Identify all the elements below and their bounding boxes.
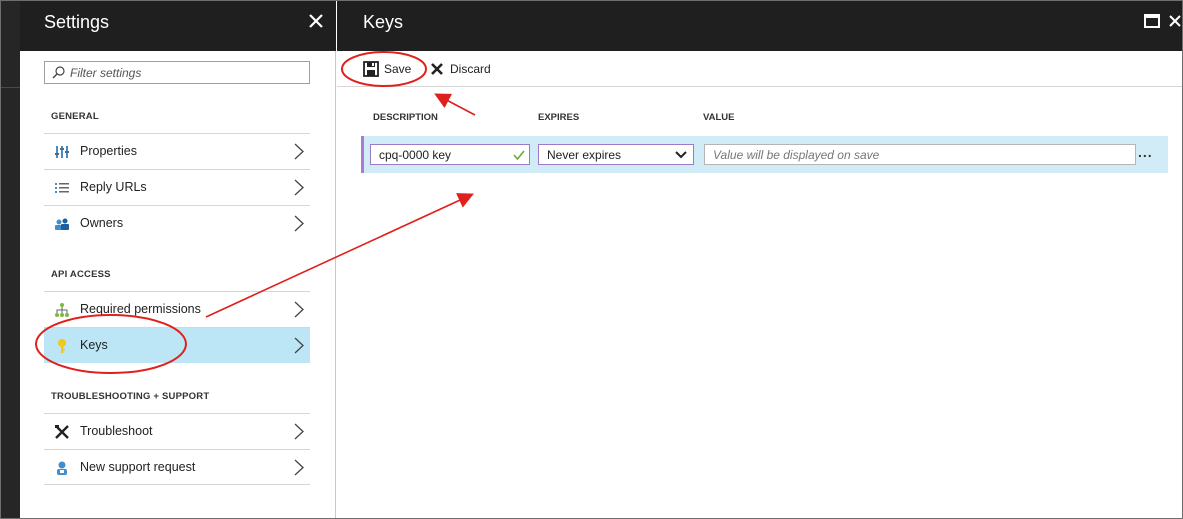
support-person-icon xyxy=(57,461,67,475)
close-icon[interactable] xyxy=(306,11,326,31)
chevron-right-icon xyxy=(294,143,304,160)
chevron-down-icon xyxy=(675,151,687,159)
section-api-access: API ACCESS xyxy=(51,269,111,280)
menu-item-required-permissions[interactable]: Required permissions xyxy=(44,291,310,327)
column-header-expires: EXPIRES xyxy=(538,112,580,123)
menu-item-label: Required permissions xyxy=(80,302,201,316)
menu-item-label: Properties xyxy=(80,144,137,158)
checkmark-icon xyxy=(513,150,525,161)
menu-item-label: Keys xyxy=(80,338,108,352)
key-row: cpq-0000 key Never expires Value will be… xyxy=(361,136,1168,173)
menu-item-keys[interactable]: Keys xyxy=(44,327,310,363)
close-icon xyxy=(431,63,443,75)
section-general: GENERAL xyxy=(51,111,99,122)
menu-item-owners[interactable]: Owners xyxy=(44,205,310,241)
chevron-right-icon xyxy=(294,423,304,440)
key-icon xyxy=(58,339,66,353)
keys-header: Keys xyxy=(337,1,1182,51)
chevron-right-icon xyxy=(294,337,304,354)
menu-item-label: Reply URLs xyxy=(80,180,147,194)
toolbar: Save Discard xyxy=(337,51,1182,87)
filter-settings-input[interactable]: Filter settings xyxy=(44,61,310,84)
menu-item-label: New support request xyxy=(80,460,196,474)
list-icon xyxy=(55,183,69,193)
save-label: Save xyxy=(384,62,412,76)
discard-label: Discard xyxy=(450,62,491,76)
value-placeholder: Value will be displayed on save xyxy=(713,148,880,162)
search-icon xyxy=(52,66,65,79)
tools-icon xyxy=(55,425,69,439)
save-button[interactable]: Save xyxy=(363,51,413,87)
menu-item-label: Owners xyxy=(80,216,124,230)
column-header-value: VALUE xyxy=(703,112,735,123)
menu-item-new-support-request[interactable]: New support request xyxy=(44,449,310,485)
properties-icon xyxy=(55,146,69,158)
settings-title: Settings xyxy=(44,12,110,32)
expires-value: Never expires xyxy=(547,148,622,162)
chevron-right-icon xyxy=(294,179,304,196)
settings-blade: Settings Filter settings GENERAL Propert… xyxy=(20,1,336,518)
column-header-description: DESCRIPTION xyxy=(373,112,438,123)
description-value: cpq-0000 key xyxy=(379,148,452,162)
description-input[interactable]: cpq-0000 key xyxy=(370,144,530,165)
screenshot-frame: Settings Filter settings GENERAL Propert… xyxy=(0,0,1183,519)
portal-nav-strip xyxy=(1,1,20,518)
chevron-right-icon xyxy=(294,301,304,318)
menu-item-troubleshoot[interactable]: Troubleshoot xyxy=(44,413,310,449)
filter-placeholder: Filter settings xyxy=(70,66,142,80)
settings-header: Settings xyxy=(20,1,336,51)
nav-separator xyxy=(1,87,20,88)
chevron-right-icon xyxy=(294,215,304,232)
owners-icon xyxy=(55,218,69,230)
chevron-right-icon xyxy=(294,459,304,476)
value-field[interactable]: Value will be displayed on save xyxy=(704,144,1136,165)
menu-item-label: Troubleshoot xyxy=(80,424,153,438)
menu-item-reply-urls[interactable]: Reply URLs xyxy=(44,169,310,205)
keys-blade: Keys Save Discard DESCRIPTION EXPIRES VA… xyxy=(337,1,1182,518)
save-icon xyxy=(363,61,379,77)
expires-select[interactable]: Never expires xyxy=(538,144,694,165)
more-options-button[interactable]: ... xyxy=(1138,145,1158,162)
maximize-icon[interactable] xyxy=(1144,14,1160,28)
permissions-icon xyxy=(55,303,69,317)
keys-title: Keys xyxy=(363,12,404,32)
section-troubleshooting: TROUBLESHOOTING + SUPPORT xyxy=(51,391,210,402)
menu-item-properties[interactable]: Properties xyxy=(44,133,310,169)
close-icon[interactable] xyxy=(1168,14,1182,28)
discard-button[interactable]: Discard xyxy=(429,51,493,87)
